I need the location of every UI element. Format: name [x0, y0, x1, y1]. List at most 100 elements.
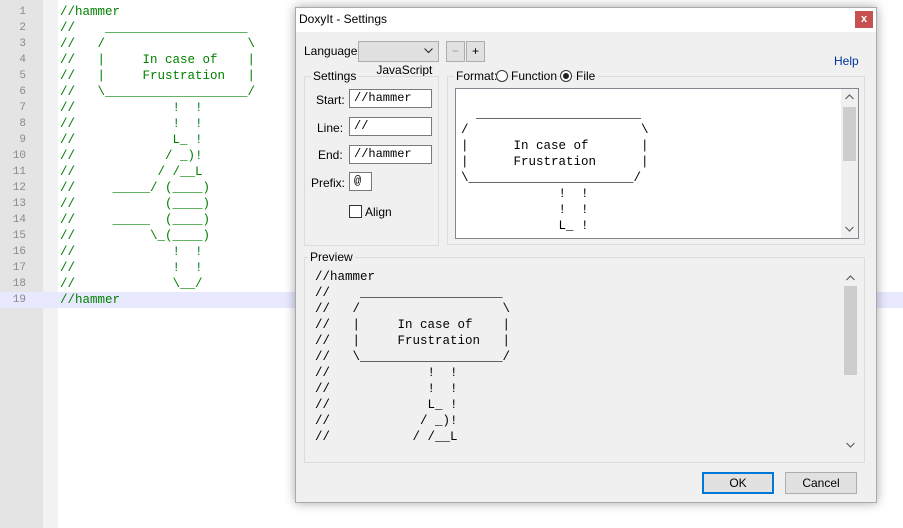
line-text[interactable]: // _____/ (____) [60, 180, 210, 196]
line-field[interactable]: // [349, 117, 432, 136]
dialog-titlebar[interactable]: DoxyIt - Settings x [296, 8, 876, 32]
line-number: 1 [19, 6, 26, 18]
line-text[interactable]: //hammer [60, 4, 120, 20]
language-label: Language: [304, 44, 361, 58]
language-select[interactable]: JavaScript [358, 41, 439, 77]
dialog-title: DoxyIt - Settings [299, 12, 388, 26]
preview-line: // | In case of | [315, 318, 511, 332]
preview-line: // ___________________ [315, 286, 503, 300]
ok-button[interactable]: OK [702, 472, 774, 494]
prefix-label: Prefix: [311, 176, 346, 190]
line-number: 9 [19, 134, 26, 146]
format-label: Format: [454, 69, 500, 83]
line-text[interactable]: // (____) [60, 196, 210, 212]
format-file-radio[interactable] [560, 70, 572, 82]
line-number: 17 [12, 262, 26, 274]
line-text[interactable]: // ! ! [60, 100, 203, 116]
end-label: End: [318, 148, 343, 162]
line-text[interactable]: // / /__L [60, 164, 203, 180]
line-text[interactable]: // \__/ [60, 276, 203, 292]
line-text[interactable]: // \___________________/ [60, 84, 255, 100]
format-editor[interactable]: ______________________ / \ | In case of | |… [455, 88, 859, 239]
preview-text: //hammer // ___________________ // / \ // |… [315, 269, 510, 445]
format-scroll-thumb[interactable] [843, 107, 856, 161]
preview-line: // ! ! [315, 382, 458, 396]
chevron-down-icon [424, 48, 433, 54]
line-text[interactable]: // / \ [60, 36, 255, 52]
help-link[interactable]: Help [834, 54, 859, 68]
preview-line: // \___________________/ [315, 350, 511, 364]
line-number: 18 [12, 278, 26, 290]
preview-line: // L_ ! [315, 398, 458, 412]
settings-group-title: Settings [311, 69, 359, 83]
line-text[interactable]: // ! ! [60, 260, 203, 276]
line-number: 4 [19, 54, 26, 66]
format-line: | In case of | [461, 139, 649, 153]
start-field[interactable]: //hammer [349, 89, 432, 108]
cancel-button[interactable]: Cancel [785, 472, 857, 494]
preview-line: //hammer [315, 270, 376, 284]
add-language-button[interactable]: + [466, 41, 485, 62]
preview-line: // | Frustration | [315, 334, 511, 348]
chevron-up-icon[interactable] [841, 89, 858, 106]
line-text[interactable]: // | Frustration | [60, 68, 255, 84]
line-label: Line: [317, 121, 344, 135]
line-number: 8 [19, 118, 26, 130]
format-scrollbar[interactable] [841, 89, 858, 238]
format-line: / \ [461, 123, 649, 137]
line-text[interactable]: // ___________________ [60, 20, 248, 36]
line-number: 5 [19, 70, 26, 82]
line-number: 14 [12, 214, 26, 226]
format-line: \______________________/ [461, 171, 642, 185]
close-button[interactable]: x [855, 11, 873, 28]
chevron-down-icon[interactable] [841, 221, 858, 238]
preview-line: // / \ [315, 302, 511, 316]
end-field[interactable]: //hammer [349, 145, 432, 164]
line-text[interactable]: // L_ ! [60, 132, 203, 148]
remove-language-button[interactable]: − [446, 41, 465, 62]
format-line: L_ ! [461, 219, 589, 233]
line-number: 3 [19, 38, 26, 50]
line-number: 13 [12, 198, 26, 210]
line-number: 19 [12, 294, 26, 306]
line-text[interactable]: // / _)! [60, 148, 203, 164]
preview-line: // / _)! [315, 414, 458, 428]
line-number: 12 [12, 182, 26, 194]
line-number: 11 [12, 166, 26, 178]
chevron-down-icon[interactable] [842, 437, 859, 454]
line-text[interactable]: //hammer [60, 292, 120, 308]
format-line: | Frustration | [461, 155, 649, 169]
preview-line: // / /__L [315, 430, 458, 444]
radio-selected-dot [563, 73, 569, 79]
line-number: 16 [12, 246, 26, 258]
line-text[interactable]: // _____ (____) [60, 212, 210, 228]
chevron-up-icon[interactable] [842, 270, 859, 287]
language-select-value: JavaScript [376, 63, 433, 77]
format-line: ! ! [461, 203, 589, 217]
format-line [461, 90, 649, 106]
preview-scroll-thumb[interactable] [844, 286, 857, 375]
line-text[interactable]: // ! ! [60, 244, 203, 260]
close-icon: x [860, 13, 868, 25]
line-text[interactable]: // \_(____) [60, 228, 210, 244]
preview-scrollbar[interactable] [842, 270, 859, 454]
settings-dialog: DoxyIt - Settings x Language: JavaScript… [295, 7, 877, 503]
format-file-label: File [576, 69, 599, 83]
line-number: 6 [19, 86, 26, 98]
line-text[interactable]: // ! ! [60, 116, 203, 132]
preview-line: // ! ! [315, 366, 458, 380]
format-function-radio[interactable] [496, 70, 508, 82]
line-number: 2 [19, 22, 26, 34]
format-line: ! ! [461, 187, 589, 201]
format-text[interactable]: ______________________ / \ | In case of | |… [461, 90, 649, 234]
start-label: Start: [316, 93, 345, 107]
line-text[interactable]: // | In case of | [60, 52, 255, 68]
format-function-label: Function [511, 69, 558, 83]
align-checkbox[interactable] [349, 205, 362, 218]
align-label: Align [365, 205, 392, 219]
preview-group-title: Preview [308, 250, 355, 264]
line-number: 10 [12, 150, 26, 162]
format-line: ______________________ [461, 107, 642, 121]
line-number: 15 [12, 230, 26, 242]
prefix-field[interactable]: @ [349, 172, 372, 191]
